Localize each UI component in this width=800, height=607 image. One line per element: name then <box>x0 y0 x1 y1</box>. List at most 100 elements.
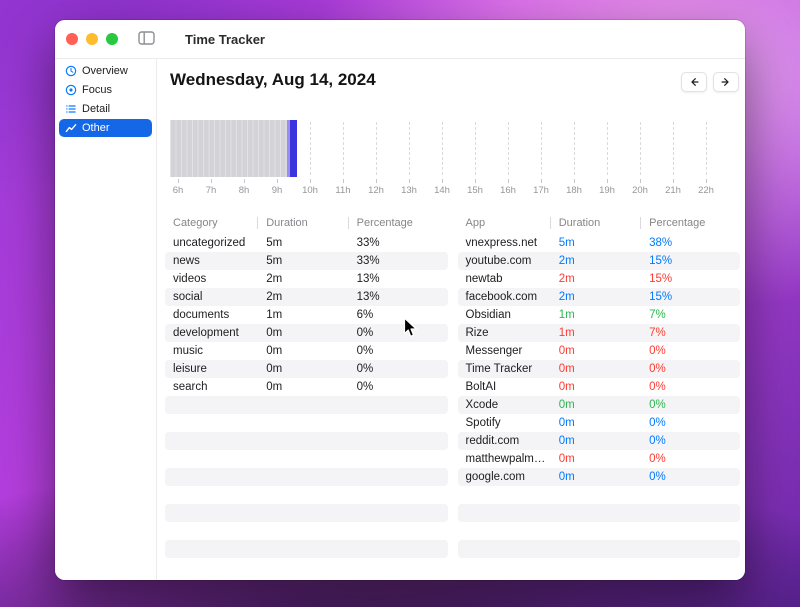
empty-row <box>165 414 448 432</box>
row-name: videos <box>173 273 207 285</box>
row-percentage: 0% <box>649 399 666 411</box>
app-table-header: App Duration Percentage <box>458 212 741 234</box>
table-row[interactable]: youtube.com 2m 15% <box>457 252 740 270</box>
hour-tick <box>475 179 476 183</box>
list-icon <box>65 103 77 115</box>
hour-tick <box>706 179 707 183</box>
row-percentage: 0% <box>356 327 374 339</box>
col-header-app-percentage[interactable]: Percentage <box>641 217 740 229</box>
sidebar-item-other[interactable]: Other <box>59 119 152 137</box>
table-row[interactable]: social 2m 13% <box>165 288 448 306</box>
col-header-category-percentage[interactable]: Percentage <box>349 217 448 229</box>
row-percentage: 13% <box>356 273 380 285</box>
close-button[interactable] <box>66 33 78 45</box>
hour-label: 6h <box>172 185 184 196</box>
sidebar-item-detail[interactable]: Detail <box>59 100 152 118</box>
hour-tick <box>541 179 542 183</box>
hour-gridline <box>343 122 344 175</box>
sidebar-item-focus[interactable]: Focus <box>59 81 152 99</box>
row-name: Rize <box>465 327 489 339</box>
table-row[interactable]: videos 2m 13% <box>165 270 448 288</box>
row-percentage: 7% <box>649 327 666 339</box>
hour-gridline <box>508 122 509 175</box>
traffic-lights <box>55 33 118 45</box>
row-name: Time Tracker <box>465 363 533 375</box>
table-row[interactable]: news 5m 33% <box>165 252 448 270</box>
hour-label: 9h <box>271 185 283 196</box>
col-header-app[interactable]: App <box>458 217 551 229</box>
empty-row <box>165 450 448 468</box>
table-row[interactable]: uncategorized 5m 33% <box>165 234 448 252</box>
row-name: Xcode <box>465 399 499 411</box>
zoom-button[interactable] <box>106 33 118 45</box>
table-row[interactable]: reddit.com 0m 0% <box>457 432 740 450</box>
next-day-button[interactable] <box>713 72 739 92</box>
table-row[interactable]: matthewpalmer.... 0m 0% <box>458 450 741 468</box>
row-duration: 0m <box>266 345 283 357</box>
empty-row <box>165 432 448 450</box>
hour-label: 21h <box>665 185 681 196</box>
minimize-button[interactable] <box>86 33 98 45</box>
row-percentage: 15% <box>649 273 673 285</box>
hour-label: 17h <box>533 185 549 196</box>
empty-row <box>165 504 448 522</box>
table-row[interactable]: Rize 1m 7% <box>457 324 740 342</box>
row-name: google.com <box>465 471 525 483</box>
row-duration: 2m <box>558 255 575 267</box>
row-duration: 2m <box>558 291 575 303</box>
sidebar-toggle-button[interactable] <box>135 30 157 48</box>
hour-label: 16h <box>500 185 516 196</box>
hour-tick <box>343 179 344 183</box>
table-row[interactable]: newtab 2m 15% <box>458 270 741 288</box>
row-duration: 1m <box>558 327 575 339</box>
table-row[interactable]: Time Tracker 0m 0% <box>457 360 740 378</box>
hour-label: 20h <box>632 185 648 196</box>
sidebar-item-overview[interactable]: Overview <box>59 62 152 80</box>
titlebar[interactable]: Time Tracker <box>55 20 745 59</box>
row-percentage: 0% <box>356 345 374 357</box>
row-name: news <box>173 255 200 267</box>
row-name: reddit.com <box>465 435 520 447</box>
sidebar-item-label: Overview <box>82 65 128 77</box>
table-row[interactable]: facebook.com 2m 15% <box>457 288 740 306</box>
table-row[interactable]: Obsidian 1m 7% <box>458 306 741 324</box>
hour-gridline <box>673 122 674 175</box>
table-row[interactable]: documents 1m 6% <box>165 306 448 324</box>
row-duration: 2m <box>266 291 283 303</box>
table-row[interactable]: development 0m 0% <box>165 324 448 342</box>
activity-block <box>170 120 297 177</box>
col-header-category-duration[interactable]: Duration <box>258 217 350 229</box>
row-name: newtab <box>465 273 503 285</box>
hour-label: 15h <box>467 185 483 196</box>
row-percentage: 0% <box>649 453 666 465</box>
hour-tick <box>640 179 641 183</box>
hour-label: 22h <box>698 185 714 196</box>
row-percentage: 7% <box>649 309 666 321</box>
hour-gridline <box>376 122 377 175</box>
empty-row <box>165 540 448 558</box>
col-header-app-duration[interactable]: Duration <box>551 217 642 229</box>
table-row[interactable]: google.com 0m 0% <box>457 468 740 486</box>
hour-gridline <box>475 122 476 175</box>
table-row[interactable]: Messenger 0m 0% <box>458 342 741 360</box>
table-row[interactable]: music 0m 0% <box>165 342 448 360</box>
table-row[interactable]: search 0m 0% <box>165 378 448 396</box>
col-header-category[interactable]: Category <box>165 217 259 229</box>
row-duration: 0m <box>558 471 575 483</box>
arrow-left-icon <box>688 76 700 88</box>
table-row[interactable]: Xcode 0m 0% <box>457 396 740 414</box>
table-row[interactable]: vnexpress.net 5m 38% <box>458 234 741 252</box>
row-duration: 0m <box>266 381 283 393</box>
table-row[interactable]: Spotify 0m 0% <box>458 414 741 432</box>
hour-label: 7h <box>205 185 217 196</box>
hour-gridline <box>640 122 641 175</box>
timeline-axis: 6h 7h 8h 9h 10h 11h 12h 13h 14h 15h 16h 17h 18h 19h 20… <box>170 177 740 199</box>
row-name: matthewpalmer.... <box>465 453 551 465</box>
timeline: 6h 7h 8h 9h 10h 11h 12h 13h 14h 15h 16h 17h 18h 19h 20… <box>170 120 740 199</box>
table-row[interactable]: leisure 0m 0% <box>165 360 448 378</box>
chart-icon <box>65 122 77 134</box>
table-row[interactable]: BoltAI 0m 0% <box>458 378 741 396</box>
row-duration: 0m <box>558 417 575 429</box>
row-name: youtube.com <box>465 255 532 267</box>
prev-day-button[interactable] <box>681 72 707 92</box>
